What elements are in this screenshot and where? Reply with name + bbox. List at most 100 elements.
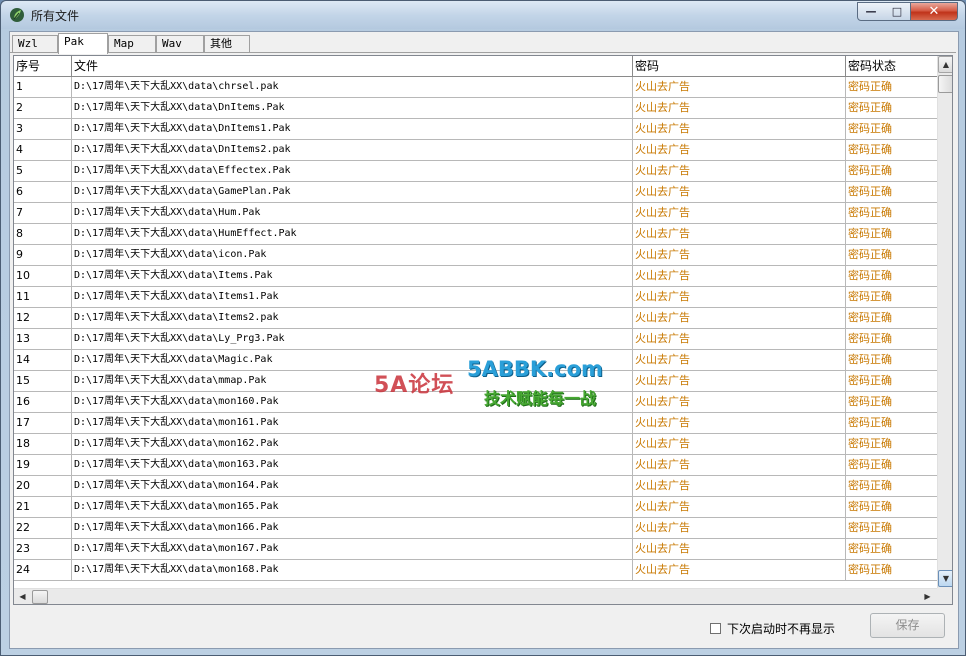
tab-map[interactable]: Map (108, 35, 156, 53)
table-row[interactable]: 2 D:\17周年\天下大乱XX\data\DnItems.Pak 火山去广告 密码正… (14, 98, 937, 119)
maximize-icon: □ (891, 5, 903, 18)
scroll-up-button[interactable]: ▲ (938, 56, 952, 73)
minimize-icon: — (865, 5, 877, 18)
row-index: 21 (14, 497, 72, 517)
maximize-button[interactable]: □ (884, 2, 911, 21)
table-row[interactable]: 15 D:\17周年\天下大乱XX\data\mmap.Pak 火山去广告 密码正确 (14, 371, 937, 392)
scrollbar-corner (937, 588, 952, 604)
row-password: 火山去广告 (633, 161, 846, 181)
row-password: 火山去广告 (633, 140, 846, 160)
save-button[interactable]: 保存 (870, 613, 945, 638)
table-row[interactable]: 9 D:\17周年\天下大乱XX\data\icon.Pak 火山去广告 密码正确 (14, 245, 937, 266)
row-status: 密码正确 (848, 479, 892, 492)
row-password: 火山去广告 (633, 119, 846, 139)
row-password: 火山去广告 (633, 392, 846, 412)
table-row[interactable]: 21 D:\17周年\天下大乱XX\data\mon165.Pak 火山去广告 密码正… (14, 497, 937, 518)
row-index: 5 (14, 161, 72, 181)
column-header-file[interactable]: 文件 (72, 56, 633, 76)
row-status: 密码正确 (848, 80, 892, 93)
row-password: 火山去广告 (633, 497, 846, 517)
row-file-path: D:\17周年\天下大乱XX\data\mon160.Pak (72, 392, 633, 412)
table-row[interactable]: 20 D:\17周年\天下大乱XX\data\mon164.Pak 火山去广告 密码正… (14, 476, 937, 497)
close-icon: ✕ (928, 4, 940, 19)
row-status: 密码正确 (848, 563, 892, 576)
row-file-path: D:\17周年\天下大乱XX\data\icon.Pak (72, 245, 633, 265)
row-file-path: D:\17周年\天下大乱XX\data\mon168.Pak (72, 560, 633, 580)
row-status: 密码正确 (848, 521, 892, 534)
table-row[interactable]: 8 D:\17周年\天下大乱XX\data\HumEffect.Pak 火山去广告密… (14, 224, 937, 245)
row-password: 火山去广告 (633, 203, 846, 223)
row-index: 17 (14, 413, 72, 433)
row-file-path: D:\17周年\天下大乱XX\data\HumEffect.Pak (72, 224, 633, 244)
row-status: 密码正确 (848, 374, 892, 387)
title-bar[interactable]: 所有文件 — □ ✕ (1, 1, 965, 29)
window-title: 所有文件 (31, 9, 80, 23)
row-password: 火山去广告 (633, 266, 846, 286)
row-index: 16 (14, 392, 72, 412)
row-index: 19 (14, 455, 72, 475)
row-file-path: D:\17周年\天下大乱XX\data\DnItems2.pak (72, 140, 633, 160)
column-header-password[interactable]: 密码 (633, 56, 846, 76)
table-row[interactable]: 18 D:\17周年\天下大乱XX\data\mon162.Pak 火山去广告 密码正… (14, 434, 937, 455)
row-index: 20 (14, 476, 72, 496)
tab-other[interactable]: 其他 (204, 35, 250, 53)
row-status: 密码正确 (848, 269, 892, 282)
tab-wav[interactable]: Wav (156, 35, 204, 53)
row-file-path: D:\17周年\天下大乱XX\data\Items1.Pak (72, 287, 633, 307)
row-password: 火山去广告 (633, 308, 846, 328)
minimize-button[interactable]: — (857, 2, 885, 21)
client-area: Wzl Pak Map Wav 其他 序号 文件 密码 密码状态 1 D:\17周… (9, 31, 959, 649)
row-index: 10 (14, 266, 72, 286)
row-file-path: D:\17周年\天下大乱XX\data\DnItems1.Pak (72, 119, 633, 139)
close-button[interactable]: ✕ (910, 2, 958, 21)
scroll-down-button[interactable]: ▼ (938, 570, 952, 587)
dont-show-again-option[interactable]: 下次启动时不再显示 (710, 620, 835, 637)
file-list-table[interactable]: 序号 文件 密码 密码状态 1 D:\17周年\天下大乱XX\data\chrse… (13, 55, 953, 605)
table-row[interactable]: 6 D:\17周年\天下大乱XX\data\GamePlan.Pak 火山去广告 密码… (14, 182, 937, 203)
row-status: 密码正确 (848, 332, 892, 345)
column-header-status[interactable]: 密码状态 (846, 56, 937, 76)
table-header: 序号 文件 密码 密码状态 (14, 56, 937, 77)
row-index: 18 (14, 434, 72, 454)
table-row[interactable]: 11 D:\17周年\天下大乱XX\data\Items1.Pak 火山去广告 密码正… (14, 287, 937, 308)
vertical-scroll-thumb[interactable] (938, 75, 952, 93)
table-row[interactable]: 3 D:\17周年\天下大乱XX\data\DnItems1.Pak 火山去广告 密码… (14, 119, 937, 140)
row-status: 密码正确 (848, 143, 892, 156)
table-row[interactable]: 17 D:\17周年\天下大乱XX\data\mon161.Pak 火山去广告 密码正… (14, 413, 937, 434)
row-file-path: D:\17周年\天下大乱XX\data\Effectex.Pak (72, 161, 633, 181)
main-window: 所有文件 — □ ✕ Wzl Pak Map Wav 其他 序号 文件 密码 密… (0, 0, 966, 656)
table-row[interactable]: 23 D:\17周年\天下大乱XX\data\mon167.Pak 火山去广告 密码正… (14, 539, 937, 560)
horizontal-scroll-thumb[interactable] (32, 590, 48, 604)
table-row[interactable]: 13 D:\17周年\天下大乱XX\data\Ly_Prg3.Pak 火山去广告 密码… (14, 329, 937, 350)
dont-show-again-checkbox[interactable] (710, 623, 721, 634)
table-row[interactable]: 5 D:\17周年\天下大乱XX\data\Effectex.Pak 火山去广告 密码… (14, 161, 937, 182)
scroll-right-button[interactable]: ▶ (919, 589, 936, 604)
row-password: 火山去广告 (633, 287, 846, 307)
tab-pak[interactable]: Pak (58, 33, 108, 54)
table-row[interactable]: 16 D:\17周年\天下大乱XX\data\mon160.Pak 火山去广告 密码正… (14, 392, 937, 413)
row-index: 1 (14, 77, 72, 97)
table-row[interactable]: 10 D:\17周年\天下大乱XX\data\Items.Pak 火山去广告 密码正确 (14, 266, 937, 287)
table-row[interactable]: 1 D:\17周年\天下大乱XX\data\chrsel.pak 火山去广告 密码正确 (14, 77, 937, 98)
table-row[interactable]: 24 D:\17周年\天下大乱XX\data\mon168.Pak 火山去广告 密码正… (14, 560, 937, 581)
scroll-left-button[interactable]: ◀ (14, 589, 31, 604)
vertical-scrollbar[interactable]: ▲ ▼ (937, 56, 952, 588)
horizontal-scrollbar[interactable]: ◀ ▶ (14, 588, 937, 604)
table-row[interactable]: 22 D:\17周年\天下大乱XX\data\mon166.Pak 火山去广告 密码正… (14, 518, 937, 539)
row-status: 密码正确 (848, 122, 892, 135)
table-row[interactable]: 14 D:\17周年\天下大乱XX\data\Magic.Pak 火山去广告 密码正确 (14, 350, 937, 371)
row-file-path: D:\17周年\天下大乱XX\data\mon166.Pak (72, 518, 633, 538)
row-file-path: D:\17周年\天下大乱XX\data\mon162.Pak (72, 434, 633, 454)
row-password: 火山去广告 (633, 518, 846, 538)
dont-show-again-label: 下次启动时不再显示 (727, 622, 836, 636)
table-row[interactable]: 4 D:\17周年\天下大乱XX\data\DnItems2.pak 火山去广告 密码… (14, 140, 937, 161)
table-row[interactable]: 12 D:\17周年\天下大乱XX\data\Items2.pak 火山去广告 密码正… (14, 308, 937, 329)
table-row[interactable]: 19 D:\17周年\天下大乱XX\data\mon163.Pak 火山去广告 密码正… (14, 455, 937, 476)
table-row[interactable]: 7 D:\17周年\天下大乱XX\data\Hum.Pak 火山去广告 密码正确 (14, 203, 937, 224)
row-password: 火山去广告 (633, 539, 846, 559)
row-index: 8 (14, 224, 72, 244)
column-header-index[interactable]: 序号 (14, 56, 72, 76)
row-status: 密码正确 (848, 437, 892, 450)
row-password: 火山去广告 (633, 98, 846, 118)
tab-wzl[interactable]: Wzl (12, 35, 58, 53)
